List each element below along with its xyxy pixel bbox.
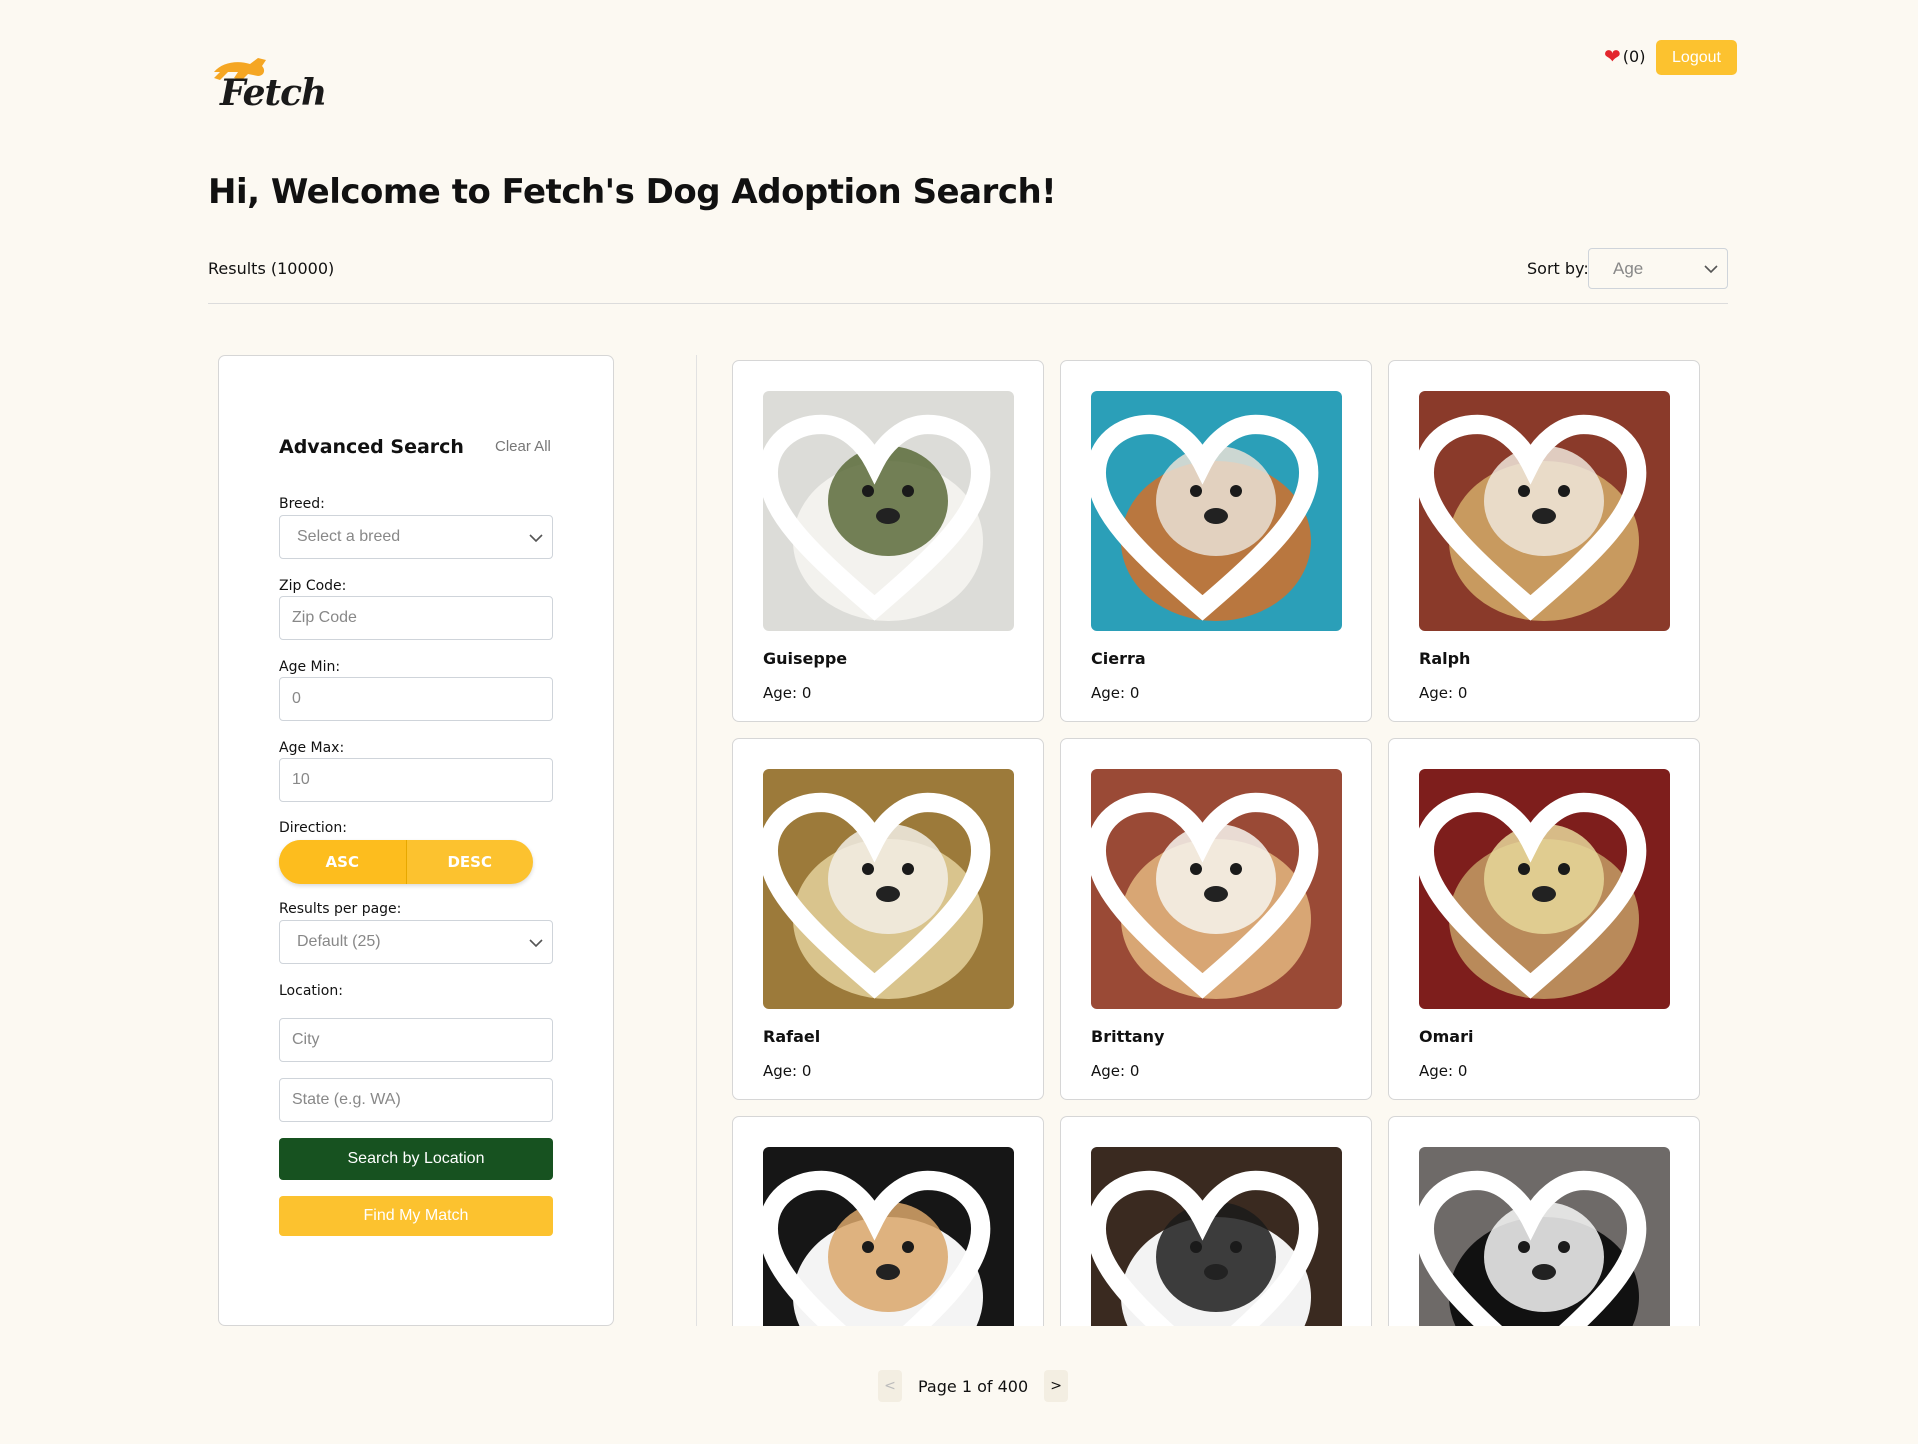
- dog-card[interactable]: [732, 1116, 1044, 1326]
- age-min-label: Age Min:: [279, 659, 341, 675]
- breed-placeholder: Select a breed: [297, 528, 401, 545]
- logout-button[interactable]: Logout: [1656, 40, 1737, 75]
- pagination: < Page 1 of 400 >: [878, 1370, 1069, 1402]
- favorite-heart-icon[interactable]: [1419, 401, 1656, 631]
- results-count: Results (10000): [208, 259, 335, 278]
- dog-name: Guiseppe: [763, 649, 848, 668]
- dog-card[interactable]: Guiseppe Age: 0: [732, 360, 1044, 722]
- favorite-heart-icon[interactable]: [763, 401, 1000, 631]
- dog-card[interactable]: [1388, 1116, 1700, 1326]
- location-label: Location:: [279, 983, 343, 999]
- age-max-label: Age Max:: [279, 740, 345, 756]
- asc-button[interactable]: ASC: [279, 840, 407, 884]
- dog-photo: [1419, 391, 1670, 631]
- page-title: Hi, Welcome to Fetch's Dog Adoption Sear…: [208, 172, 1057, 212]
- logo-text: Fetch: [220, 72, 327, 114]
- sort-label: Sort by:: [1527, 259, 1589, 278]
- breed-label: Breed:: [279, 496, 325, 512]
- dog-card[interactable]: Cierra Age: 0: [1060, 360, 1372, 722]
- zip-input[interactable]: Zip Code: [279, 596, 553, 640]
- favorite-heart-icon[interactable]: [763, 1157, 1000, 1326]
- favorites-indicator[interactable]: ❤ (0): [1604, 46, 1645, 66]
- dog-photo: [1091, 391, 1342, 631]
- dog-photo: [763, 769, 1014, 1009]
- favorite-heart-icon[interactable]: [1419, 779, 1656, 1009]
- per-page-select[interactable]: Default (25): [279, 920, 553, 964]
- chevron-down-icon: [529, 939, 543, 948]
- direction-toggle: ASC DESC: [279, 840, 533, 884]
- favorites-count: (0): [1622, 46, 1646, 66]
- heart-icon: ❤: [1604, 44, 1621, 68]
- column-divider: [696, 355, 697, 1326]
- chevron-down-icon: [1704, 265, 1718, 274]
- dog-card[interactable]: Brittany Age: 0: [1060, 738, 1372, 1100]
- desc-button[interactable]: DESC: [407, 840, 534, 884]
- zip-placeholder: Zip Code: [292, 609, 357, 626]
- state-placeholder: State (e.g. WA): [292, 1091, 401, 1108]
- dog-age: Age: 0: [1419, 684, 1468, 702]
- chevron-down-icon: [529, 534, 543, 543]
- age-min-value: 0: [292, 690, 301, 707]
- city-input[interactable]: City: [279, 1018, 553, 1062]
- header-divider: [208, 303, 1728, 304]
- favorite-heart-icon[interactable]: [1091, 779, 1328, 1009]
- dog-photo: [763, 391, 1014, 631]
- favorite-heart-icon[interactable]: [1091, 401, 1328, 631]
- sort-value: Age: [1613, 259, 1644, 278]
- dog-card[interactable]: Omari Age: 0: [1388, 738, 1700, 1100]
- dog-photo: [763, 1147, 1014, 1326]
- fetch-logo[interactable]: Fetch: [208, 50, 327, 120]
- dog-name: Ralph: [1419, 649, 1471, 668]
- advanced-search-panel: Advanced Search Clear All Breed: Select …: [218, 355, 614, 1326]
- breed-select[interactable]: Select a breed: [279, 515, 553, 559]
- favorite-heart-icon[interactable]: [763, 779, 1000, 1009]
- dog-card[interactable]: [1060, 1116, 1372, 1326]
- prev-page-button[interactable]: <: [878, 1370, 902, 1402]
- dog-photo: [1419, 769, 1670, 1009]
- dog-name: Rafael: [763, 1027, 821, 1046]
- dog-card[interactable]: Ralph Age: 0: [1388, 360, 1700, 722]
- dog-grid: Guiseppe Age: 0 Cierra Age: 0 Ralph Age: 0 Raf…: [720, 355, 1720, 1326]
- dog-photo: [1091, 769, 1342, 1009]
- dog-age: Age: 0: [763, 1062, 812, 1080]
- age-max-value: 10: [292, 771, 310, 788]
- per-page-label: Results per page:: [279, 901, 402, 917]
- next-page-button[interactable]: >: [1044, 1370, 1069, 1402]
- advanced-search-title: Advanced Search: [279, 436, 464, 458]
- find-my-match-button[interactable]: Find My Match: [279, 1196, 553, 1236]
- favorite-heart-icon[interactable]: [1091, 1157, 1328, 1326]
- age-max-input[interactable]: 10: [279, 758, 553, 802]
- state-input[interactable]: State (e.g. WA): [279, 1078, 553, 1122]
- dog-age: Age: 0: [763, 684, 812, 702]
- clear-all-button[interactable]: Clear All: [495, 438, 551, 455]
- dog-name: Brittany: [1091, 1027, 1165, 1046]
- dog-name: Cierra: [1091, 649, 1146, 668]
- dog-photo: [1419, 1147, 1670, 1326]
- sort-select[interactable]: Age: [1588, 248, 1728, 289]
- direction-label: Direction:: [279, 820, 347, 836]
- dog-age: Age: 0: [1091, 684, 1140, 702]
- dog-photo: [1091, 1147, 1342, 1326]
- dog-age: Age: 0: [1419, 1062, 1468, 1080]
- dog-card[interactable]: Rafael Age: 0: [732, 738, 1044, 1100]
- dog-age: Age: 0: [1091, 1062, 1140, 1080]
- zip-label: Zip Code:: [279, 578, 347, 594]
- search-by-location-button[interactable]: Search by Location: [279, 1138, 553, 1180]
- per-page-value: Default (25): [297, 933, 381, 950]
- age-min-input[interactable]: 0: [279, 677, 553, 721]
- favorite-heart-icon[interactable]: [1419, 1157, 1656, 1326]
- page-indicator: Page 1 of 400: [918, 1376, 1029, 1396]
- dog-name: Omari: [1419, 1027, 1474, 1046]
- city-placeholder: City: [292, 1031, 320, 1048]
